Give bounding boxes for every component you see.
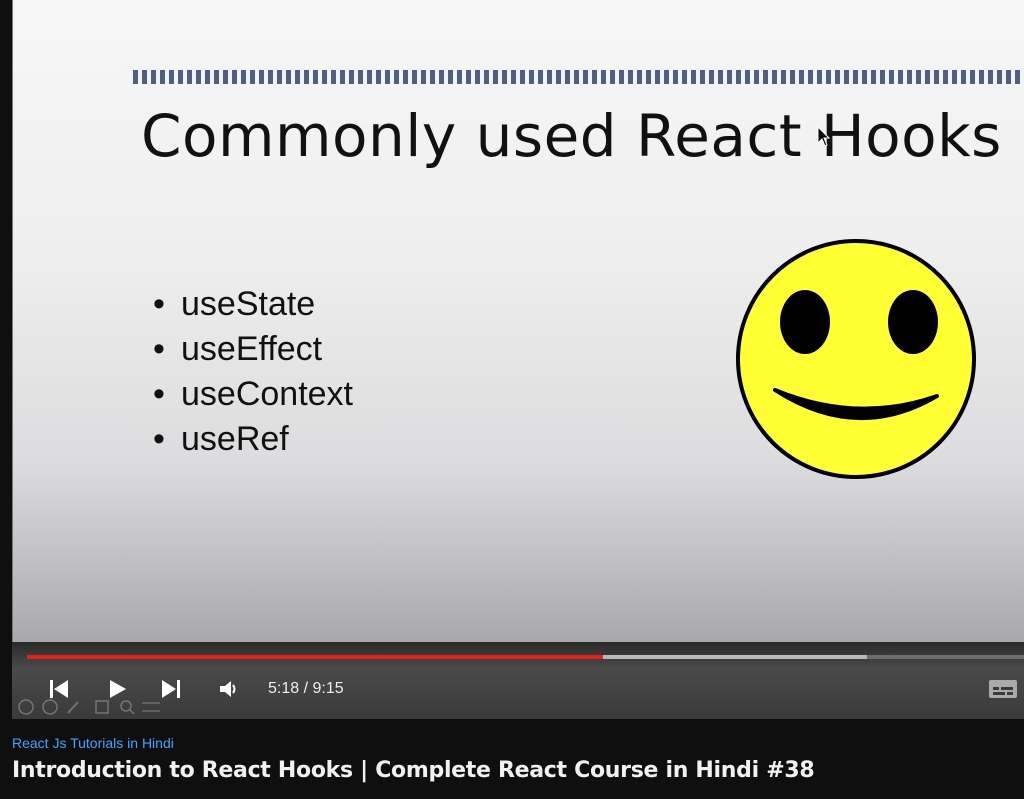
list-item-label: useState — [181, 285, 316, 323]
faded-toolbar-watermark — [18, 699, 160, 715]
slide-decorative-stripe — [133, 70, 1024, 84]
list-item-label: useEffect — [181, 330, 323, 368]
subtitles-button[interactable] — [988, 678, 1018, 700]
bullet: • — [153, 285, 165, 323]
list-item: • useContext — [153, 372, 353, 417]
progress-played — [27, 655, 604, 659]
slide-title: Commonly used React Hooks — [141, 102, 1002, 170]
list-item-label: useContext — [181, 375, 353, 413]
duration: 9:15 — [312, 680, 344, 697]
bullet: • — [153, 375, 165, 413]
smiley-face-icon — [736, 239, 976, 479]
channel-link[interactable]: React Js Tutorials in Hindi — [12, 735, 174, 751]
video-frame-slide[interactable]: Commonly used React Hooks • useState • use… — [12, 0, 1024, 642]
player-controls: 5:18 / 9:15 — [12, 642, 1024, 719]
previous-button[interactable] — [48, 678, 70, 700]
next-icon — [162, 680, 180, 698]
time-display: 5:18 / 9:15 — [268, 679, 344, 699]
list-item-label: useRef — [181, 420, 289, 458]
list-item: • useRef — [153, 417, 353, 462]
time-separator: / — [299, 680, 313, 697]
video-title: Introduction to React Hooks | Complete R… — [12, 758, 815, 783]
list-item: • useState — [153, 282, 353, 327]
volume-icon — [220, 681, 236, 697]
play-icon — [110, 680, 126, 698]
subtitles-icon — [989, 680, 1017, 698]
video-player[interactable]: Commonly used React Hooks • useState • use… — [12, 0, 1024, 719]
video-info: React Js Tutorials in Hindi Introduction… — [0, 719, 1024, 799]
play-button[interactable] — [106, 678, 128, 700]
previous-icon — [50, 680, 68, 698]
bullet: • — [153, 330, 165, 368]
list-item: • useEffect — [153, 327, 353, 372]
current-time: 5:18 — [268, 680, 300, 697]
mouse-cursor-icon — [817, 126, 831, 147]
bullet: • — [153, 420, 165, 458]
progress-bar[interactable] — [27, 655, 1024, 659]
volume-button[interactable] — [218, 678, 240, 700]
next-button[interactable] — [160, 678, 184, 700]
hooks-list: • useState • useEffect • useContext • useRef — [153, 282, 353, 462]
